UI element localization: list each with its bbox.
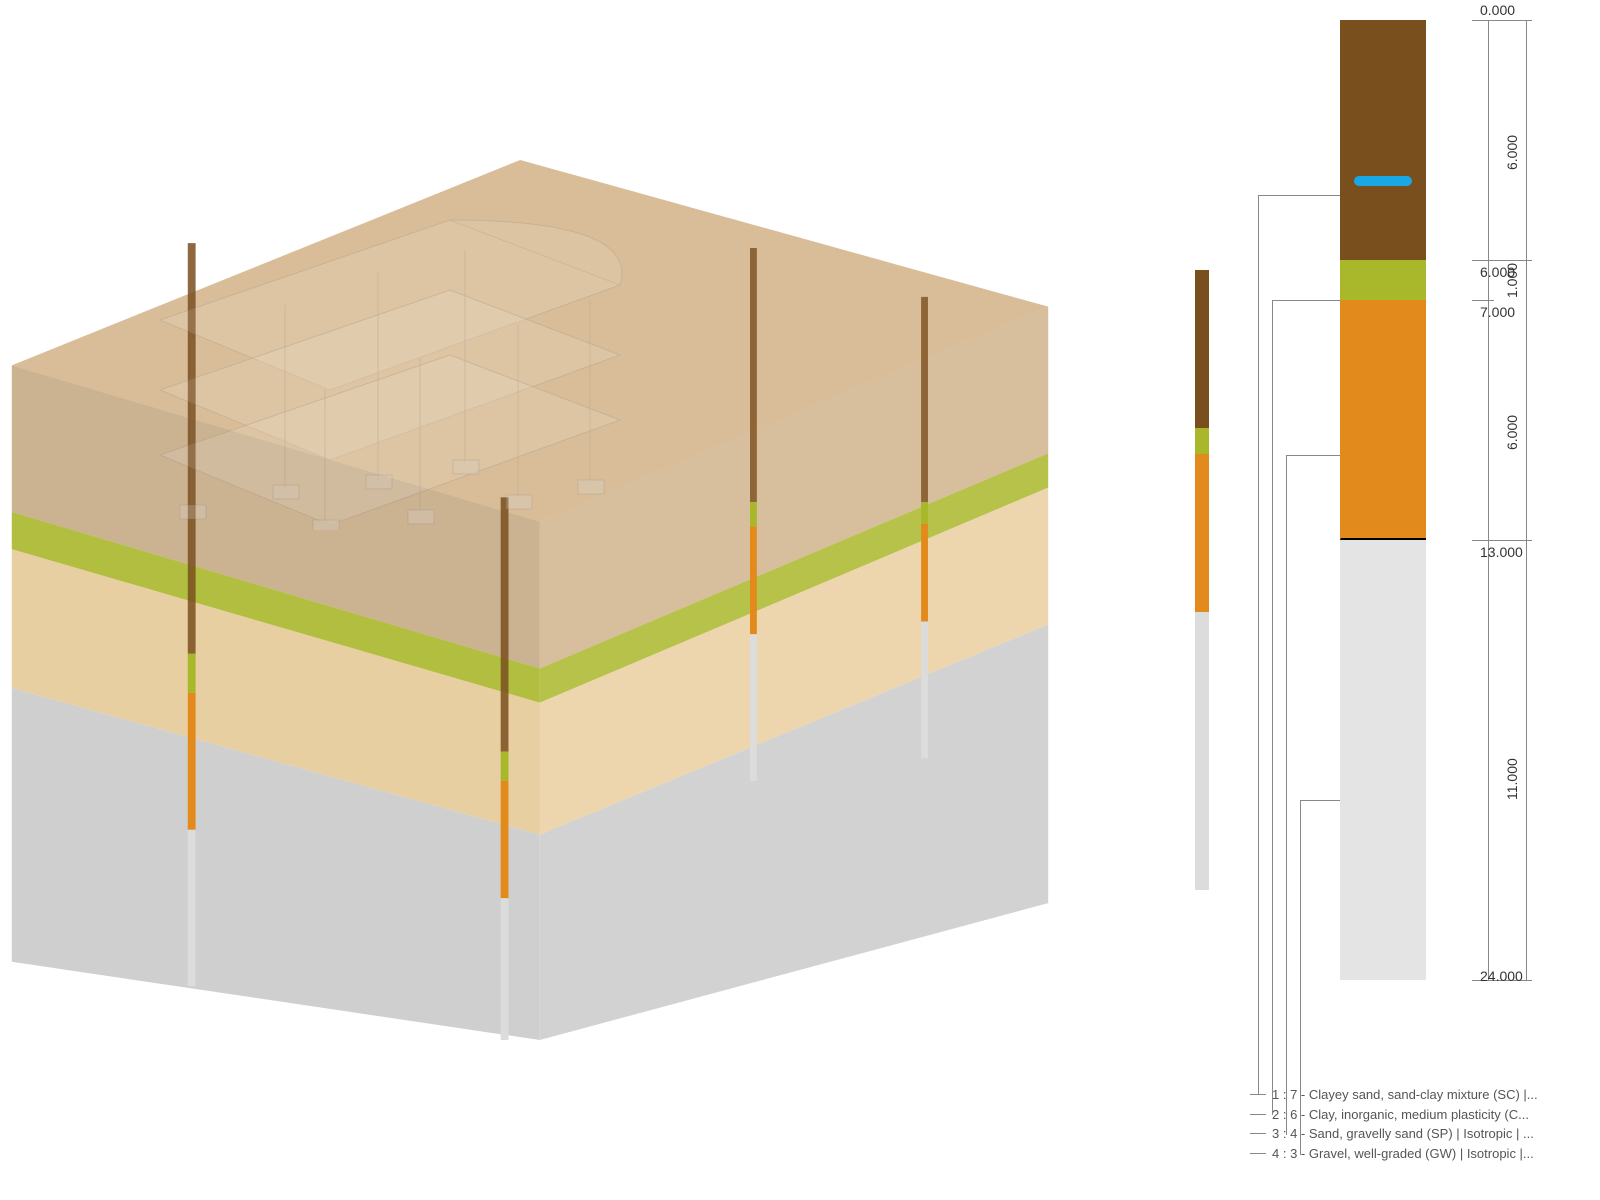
leader-drop-2 (1272, 300, 1273, 1115)
legend-text-4: 4 : 3 - Gravel, well-graded (GW) | Isotr… (1272, 1144, 1534, 1164)
soil-profile-column[interactable] (1340, 20, 1426, 980)
depth-7: 7.000 (1480, 304, 1515, 320)
profile-layer-4 (1340, 540, 1426, 980)
profile-layer-2 (1340, 260, 1426, 300)
depth-13: 13.000 (1480, 544, 1523, 560)
depth-0: 0.000 (1480, 2, 1515, 18)
thk-2: 1.000 (1504, 263, 1520, 298)
legend-text-2: 2 : 6 - Clay, inorganic, medium plastici… (1272, 1105, 1529, 1125)
legend-item-1: 1 : 7 - Clayey sand, sand-clay mixture (… (1250, 1085, 1590, 1105)
leader-drop-1 (1258, 195, 1259, 1095)
bh-mini-seg-4 (1195, 612, 1209, 890)
inner-dim-line (1488, 20, 1489, 980)
geotechnical-viewer: 0.000 6.000 7.000 13.000 24.000 6.000 1.… (0, 0, 1600, 1200)
legend-item-2: 2 : 6 - Clay, inorganic, medium plastici… (1250, 1105, 1590, 1125)
legend-text-1: 1 : 7 - Clayey sand, sand-clay mixture (… (1272, 1085, 1538, 1105)
bh-mini-seg-3 (1195, 454, 1209, 612)
thk-1: 6.000 (1504, 135, 1520, 170)
thk-4: 11.000 (1504, 758, 1520, 800)
soil-legend: 1 : 7 - Clayey sand, sand-clay mixture (… (1250, 1085, 1590, 1163)
soil-block-3d[interactable] (0, 160, 1060, 1040)
legend-text-3: 3 : 4 - Sand, gravelly sand (SP) | Isotr… (1272, 1124, 1534, 1144)
profile-layer-1 (1340, 20, 1426, 260)
leader-layer-2 (1272, 300, 1340, 301)
depth-24: 24.000 (1480, 968, 1523, 984)
borehole-mini (1195, 270, 1209, 890)
building-wireframe (120, 190, 640, 530)
water-table-marker (1354, 176, 1412, 186)
bh-mini-seg-1 (1195, 270, 1209, 428)
leader-layer-4 (1300, 800, 1340, 801)
leader-layer-3 (1286, 455, 1340, 456)
legend-item-3: 3 : 4 - Sand, gravelly sand (SP) | Isotr… (1250, 1124, 1590, 1144)
leader-drop-3 (1286, 455, 1287, 1135)
leader-layer-1 (1258, 195, 1340, 196)
profile-layer-3 (1340, 300, 1426, 540)
legend-item-4: 4 : 3 - Gravel, well-graded (GW) | Isotr… (1250, 1144, 1590, 1164)
thk-3: 6.000 (1504, 415, 1520, 450)
outer-dim-line (1526, 20, 1527, 980)
bh-mini-seg-2 (1195, 428, 1209, 454)
